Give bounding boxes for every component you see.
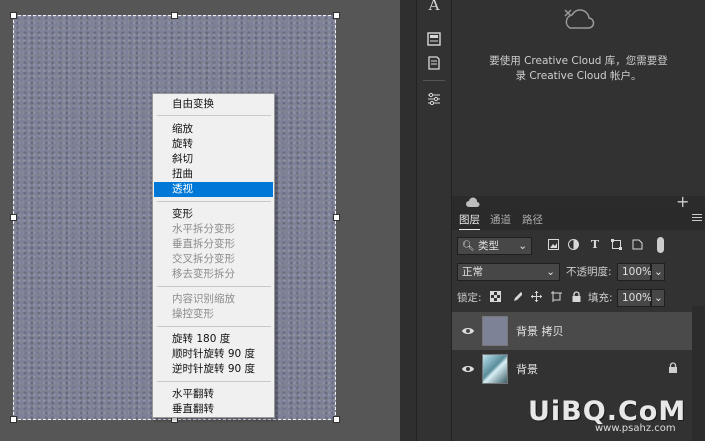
character-panel-icon[interactable]: A <box>425 0 443 14</box>
visibility-eye-icon[interactable] <box>462 325 474 337</box>
menu-separator <box>157 381 271 382</box>
layers-panel-tabs: 图层 通道 路径 <box>452 210 705 230</box>
menu-item-rotate[interactable]: 旋转 <box>154 137 273 152</box>
layer-row[interactable]: 背景 拷贝 <box>452 312 692 350</box>
cloud-sync-icon[interactable] <box>465 197 481 209</box>
libraries-panel: 要使用 Creative Cloud 库，您需要登 录 Creative Clo… <box>452 0 705 196</box>
blend-mode-select[interactable]: 正常 ⌄ <box>457 263 560 281</box>
menu-item-scale[interactable]: 缩放 <box>154 122 273 137</box>
menu-item-puppet-warp[interactable]: 操控变形 <box>154 307 273 322</box>
libraries-message-line1: 要使用 Creative Cloud 库，您需要登 <box>489 55 668 67</box>
tab-layers[interactable]: 图层 <box>459 213 480 230</box>
menu-item-free-transform[interactable]: 自由变换 <box>154 97 273 112</box>
menu-item-remove-warp-split[interactable]: 移去变形拆分 <box>154 267 273 282</box>
transform-handle-middle-left[interactable] <box>10 214 17 221</box>
layers-scrollbar[interactable] <box>692 306 705 441</box>
lock-transparent-pixels-icon[interactable] <box>488 291 502 306</box>
layer-filter-value: 类型 <box>478 240 500 252</box>
layer-name[interactable]: 背景 拷贝 <box>516 323 564 339</box>
layer-row[interactable]: 背景 <box>452 350 692 388</box>
menu-item-flip-vertical[interactable]: 垂直翻转 <box>154 402 273 417</box>
menu-separator <box>157 115 271 116</box>
menu-item-content-aware-scale[interactable]: 内容识别缩放 <box>154 292 273 307</box>
filter-adjustment-layer-icon[interactable] <box>566 239 580 254</box>
libraries-signin-message: 要使用 Creative Cloud 库，您需要登 录 Creative Clo… <box>452 54 705 84</box>
filter-toggle-switch[interactable] <box>657 237 664 253</box>
chevron-down-icon: ⌄ <box>518 240 527 252</box>
filter-shape-layer-icon[interactable] <box>609 239 623 254</box>
chevron-down-icon: ⌄ <box>654 292 663 304</box>
fill-label: 填充: <box>588 292 613 304</box>
menu-item-flip-horizontal[interactable]: 水平翻转 <box>154 387 273 402</box>
fill-dropdown-button[interactable]: ⌄ <box>651 289 665 307</box>
chevron-down-icon: ⌄ <box>546 266 555 278</box>
lock-artboard-icon[interactable] <box>549 291 563 306</box>
transform-handle-bottom-left[interactable] <box>10 416 17 423</box>
menu-item-warp[interactable]: 变形 <box>154 207 273 222</box>
libraries-message-line2: 录 Creative Cloud 帐户。 <box>515 70 642 82</box>
tab-paths[interactable]: 路径 <box>522 213 543 230</box>
watermark-url: www.psahz.com <box>595 423 676 434</box>
menu-item-split-warp-horizontal[interactable]: 水平拆分变形 <box>154 222 273 237</box>
menu-separator <box>157 201 271 202</box>
opacity-label: 不透明度: <box>566 266 612 278</box>
transform-handle-top-center[interactable] <box>171 12 178 19</box>
lock-position-icon[interactable] <box>529 291 543 306</box>
transform-context-menu: 自由变换 缩放 旋转 斜切 扭曲 透视 变形 水平拆分变形 垂直拆分变形 交叉拆… <box>152 93 275 418</box>
lock-all-icon[interactable] <box>569 291 583 306</box>
lock-label: 锁定: <box>457 292 482 304</box>
panel-menu-icon[interactable] <box>692 214 702 221</box>
layer-filter-select[interactable]: 🔍︎ 类型 ⌄ <box>457 237 532 255</box>
filter-type-layer-icon[interactable]: T <box>588 238 602 252</box>
transform-handle-top-right[interactable] <box>333 12 340 19</box>
filter-pixel-layer-icon[interactable] <box>546 239 560 254</box>
menu-item-split-warp-vertical[interactable]: 垂直拆分变形 <box>154 237 273 252</box>
notes-panel-icon[interactable] <box>425 54 443 72</box>
paragraph-panel-icon[interactable] <box>425 30 443 48</box>
creative-cloud-offline-icon <box>564 9 595 29</box>
strip-separator <box>423 80 445 81</box>
filter-smart-object-icon[interactable] <box>630 239 644 254</box>
transform-handle-bottom-right[interactable] <box>333 416 340 423</box>
transform-handle-middle-right[interactable] <box>333 214 340 221</box>
opacity-dropdown-button[interactable]: ⌄ <box>651 263 665 281</box>
opacity-input[interactable]: 100% <box>617 263 652 281</box>
transform-handle-top-left[interactable] <box>10 12 17 19</box>
menu-separator <box>157 326 271 327</box>
tab-channels[interactable]: 通道 <box>490 213 511 230</box>
panel-icon-strip: A <box>416 0 452 441</box>
panel-divider <box>400 0 416 441</box>
add-library-icon[interactable]: + <box>676 192 689 211</box>
menu-item-rotate-90-ccw[interactable]: 逆时针旋转 90 度 <box>154 362 273 377</box>
search-icon: 🔍︎ <box>462 241 475 252</box>
menu-item-distort[interactable]: 扭曲 <box>154 167 273 182</box>
menu-separator <box>157 286 271 287</box>
menu-item-rotate-180[interactable]: 旋转 180 度 <box>154 332 273 347</box>
visibility-eye-icon[interactable] <box>462 363 474 375</box>
menu-item-rotate-90-cw[interactable]: 顺时针旋转 90 度 <box>154 347 273 362</box>
menu-item-skew[interactable]: 斜切 <box>154 152 273 167</box>
menu-item-perspective[interactable]: 透视 <box>154 182 273 197</box>
menu-item-split-warp-cross[interactable]: 交叉拆分变形 <box>154 252 273 267</box>
lock-icon <box>669 362 677 373</box>
layer-thumbnail <box>482 354 508 384</box>
layer-thumbnail <box>482 316 508 346</box>
chevron-down-icon: ⌄ <box>654 266 663 278</box>
fill-input[interactable]: 100% <box>617 289 652 307</box>
adjustments-panel-icon[interactable] <box>425 90 443 108</box>
lock-image-pixels-icon[interactable] <box>509 291 523 306</box>
blend-mode-value: 正常 <box>462 266 483 278</box>
layer-name[interactable]: 背景 <box>516 361 538 377</box>
